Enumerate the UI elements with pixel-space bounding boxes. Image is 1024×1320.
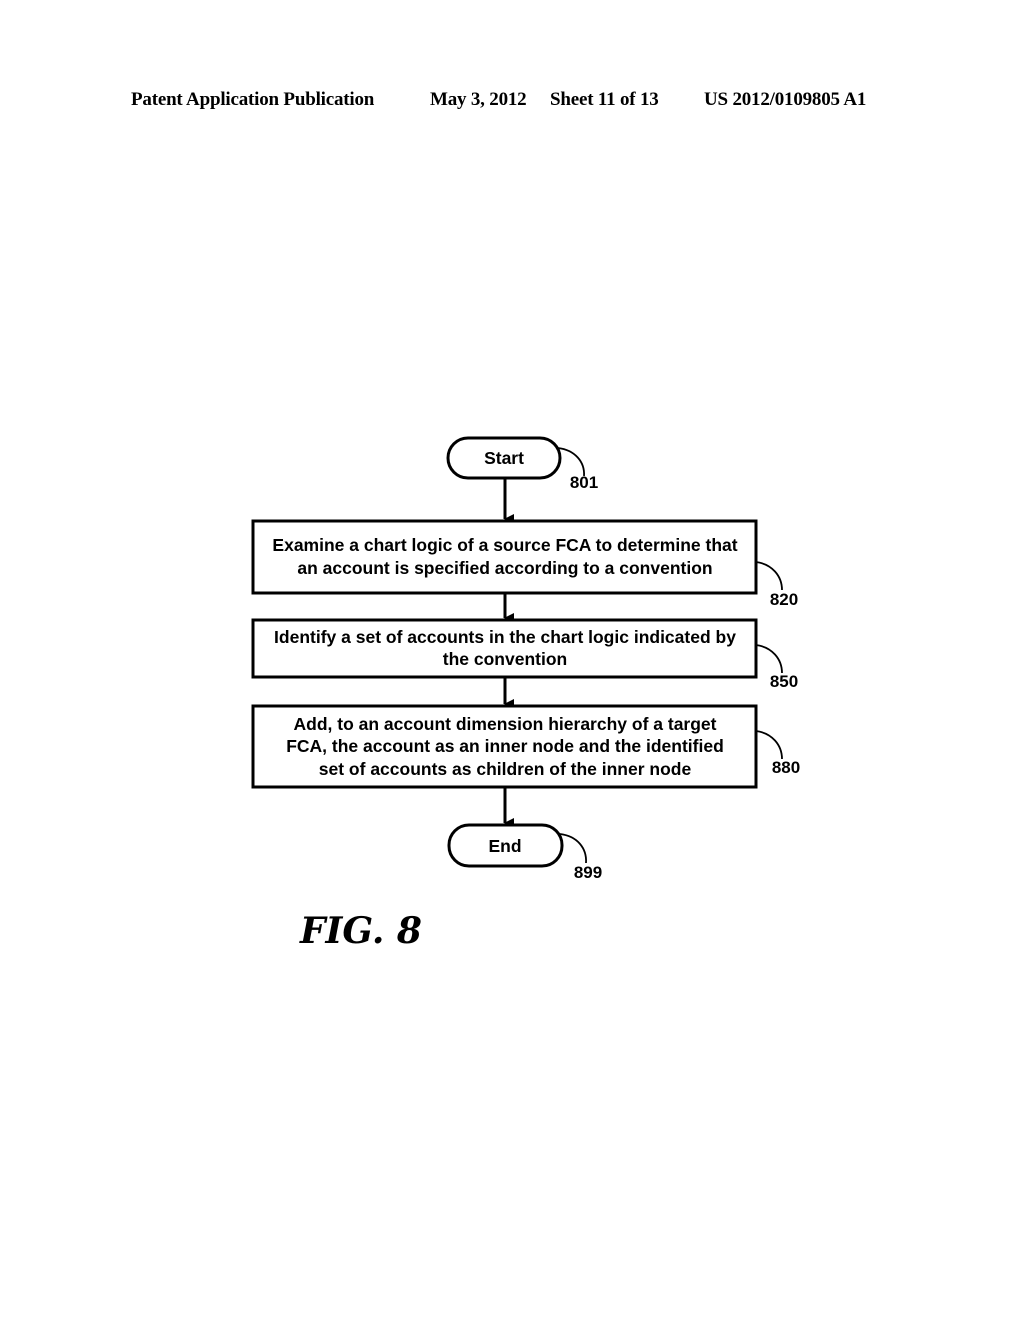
step-820-ref: 820 (770, 590, 798, 609)
step-850-line-1: Identify a set of accounts in the chart … (274, 627, 736, 647)
end-ref-leader (559, 833, 587, 864)
step-box-820 (251, 519, 758, 595)
step-880-line-1: Add, to an account dimension hierarchy o… (294, 714, 717, 734)
step-880-line-3: set of accounts as children of the inner… (319, 759, 692, 779)
step-880-ref: 880 (772, 758, 800, 777)
ref-leader-880 (755, 730, 783, 760)
start-ref: 801 (570, 473, 598, 492)
ref-leader-850 (755, 644, 783, 674)
start-label: Start (484, 448, 524, 468)
step-820-line-2: an account is specified according to a c… (297, 558, 712, 578)
flowchart: Start 801 Examine a chart logic of a sou… (251, 436, 800, 882)
figure-label: FIG. 8 (300, 910, 422, 952)
step-850-ref: 850 (770, 672, 798, 691)
step-850-line-2: the convention (443, 649, 567, 669)
step-880-line-2: FCA, the account as an inner node and th… (286, 736, 724, 756)
end-label: End (488, 836, 521, 856)
ref-leader-820 (755, 561, 783, 591)
end-ref: 899 (574, 863, 602, 882)
step-820-line-1: Examine a chart logic of a source FCA to… (272, 535, 737, 555)
start-ref-leader (557, 447, 585, 477)
